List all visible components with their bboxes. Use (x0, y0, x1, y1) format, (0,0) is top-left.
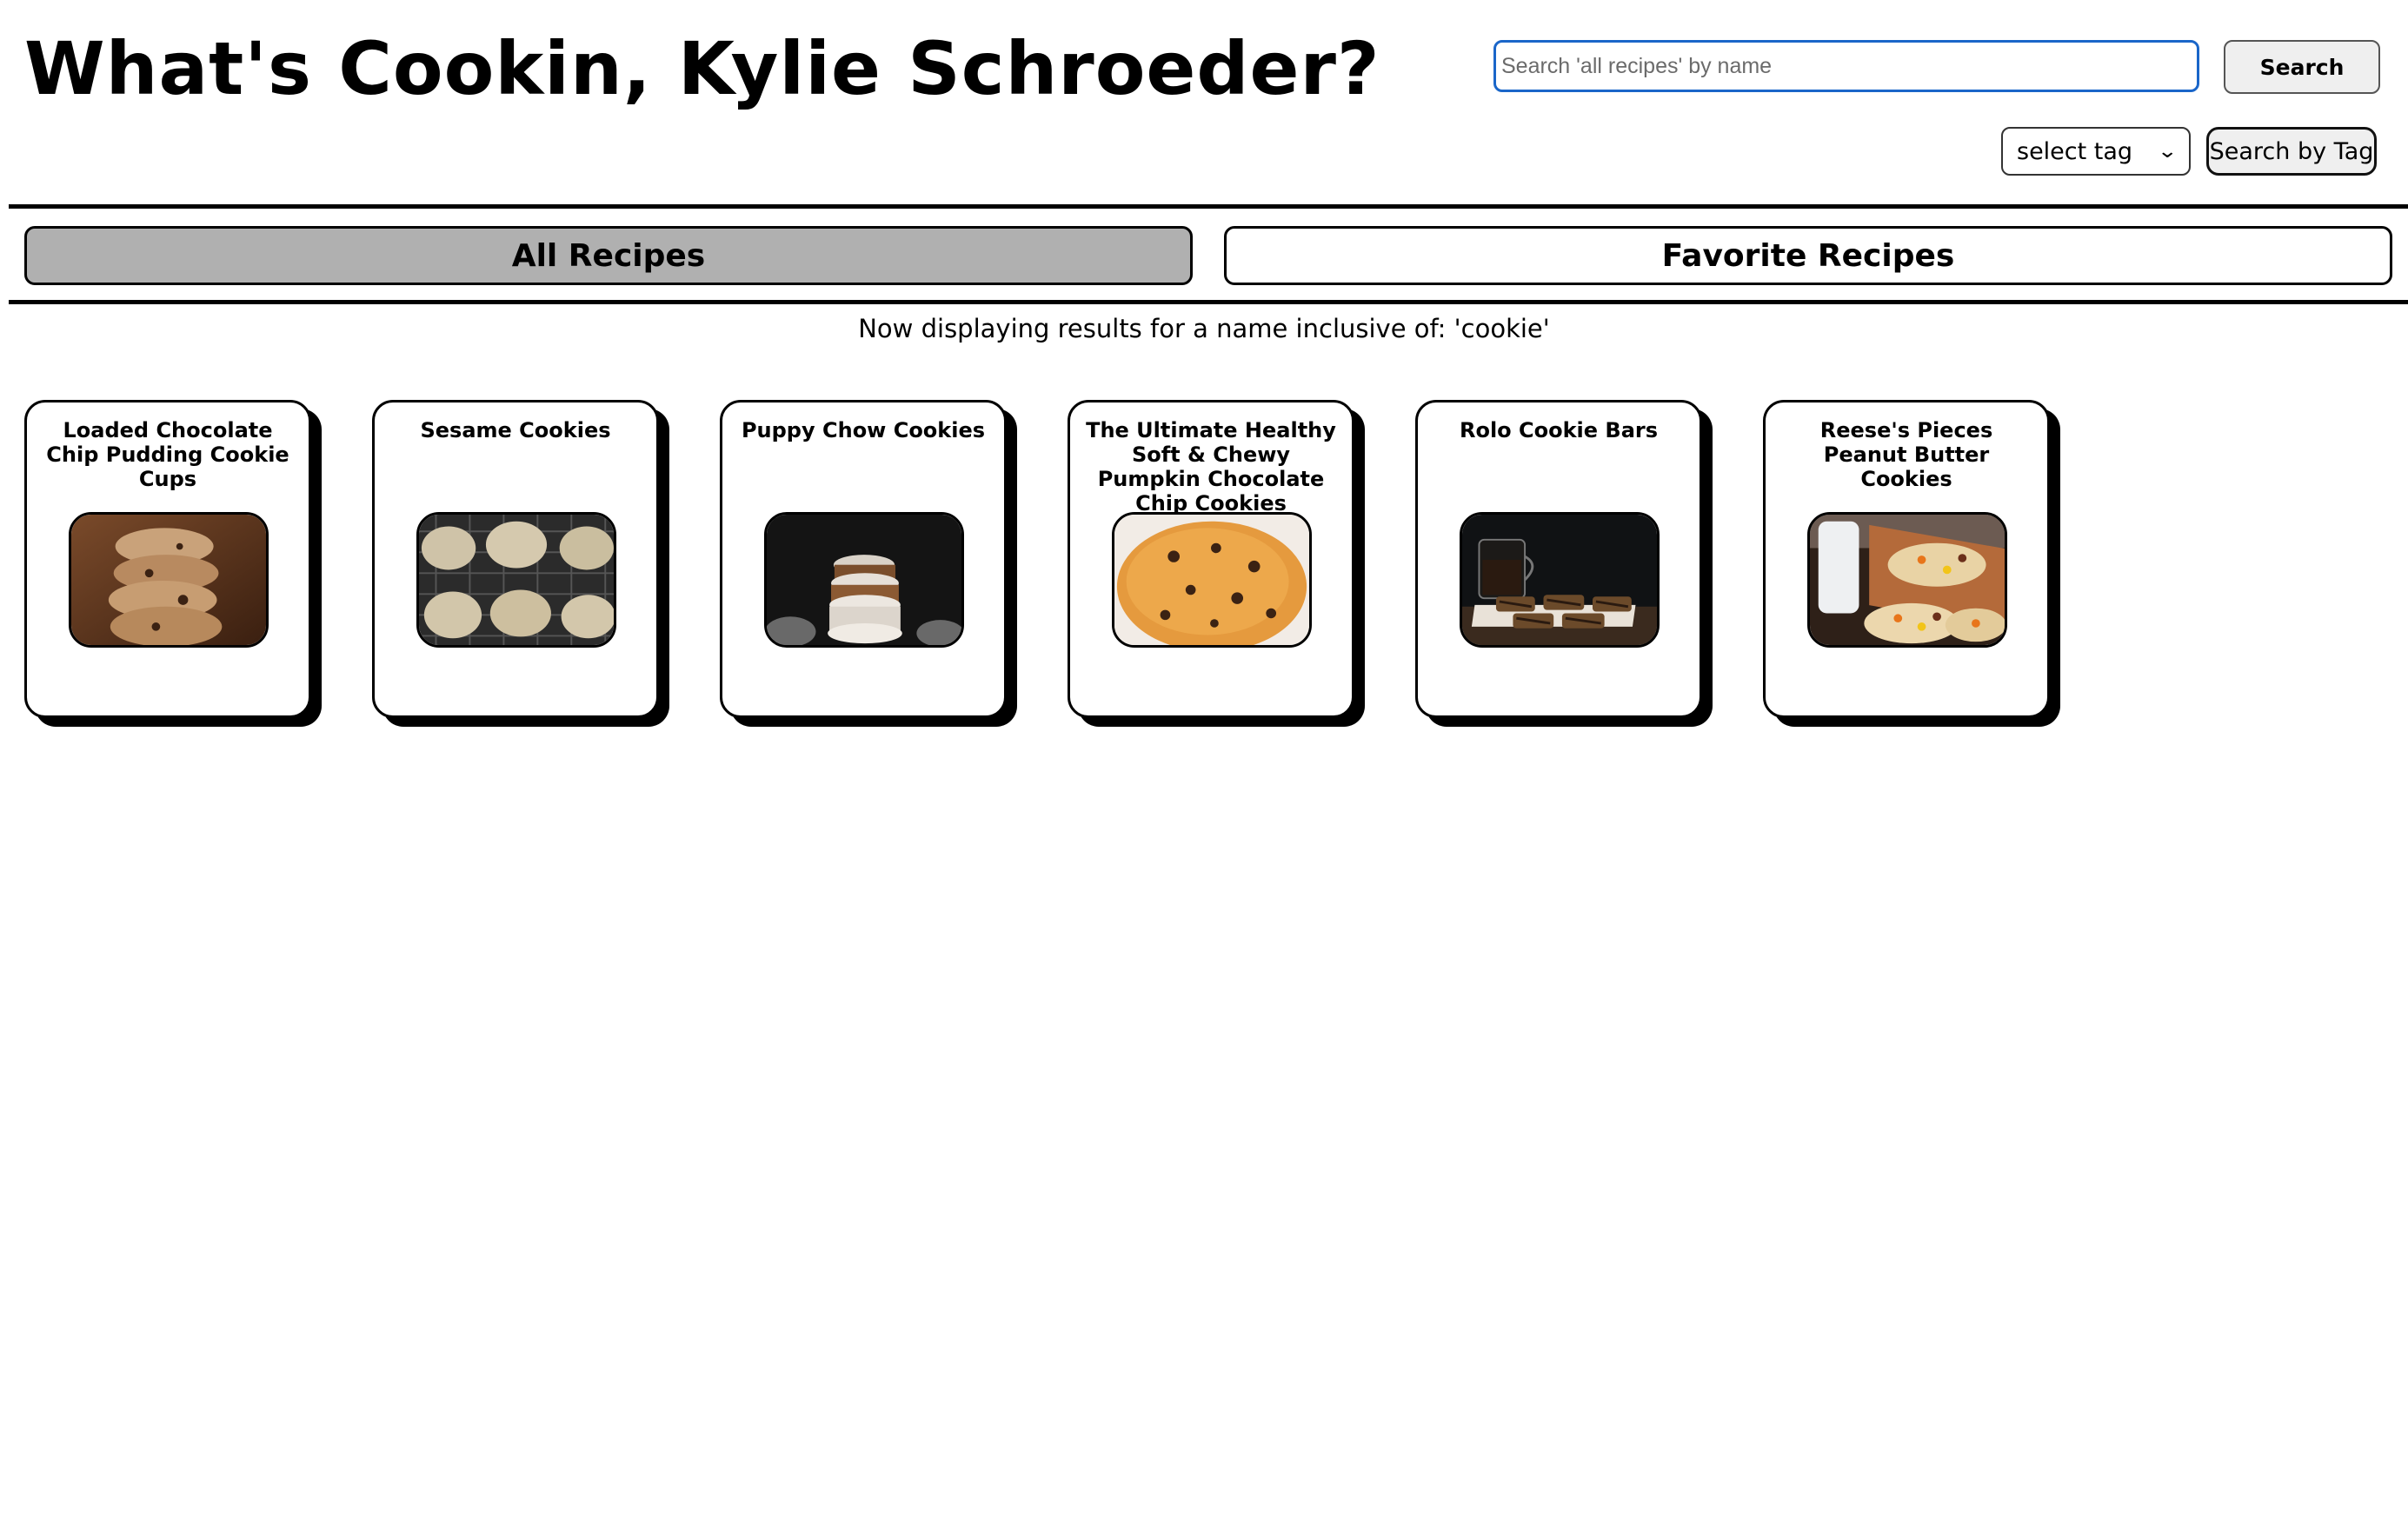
recipe-image-reeses-pieces-cookies[interactable] (1807, 512, 2007, 648)
divider-bottom (9, 300, 2408, 304)
recipe-card-title: Puppy Chow Cookies (741, 418, 986, 442)
search-button[interactable]: Search (2224, 40, 2380, 94)
chevron-down-icon: ⌄ (2156, 140, 2178, 163)
divider-top (9, 204, 2408, 209)
page: What's Cookin, Kylie Schroeder? Search s… (0, 0, 2408, 1530)
recipe-card[interactable]: Loaded Chocolate Chip Pudding Cookie Cup… (24, 400, 311, 718)
tag-select-value: select tag (2017, 137, 2133, 165)
recipe-card-title: The Ultimate Healthy Soft & Chewy Pumpki… (1086, 418, 1336, 516)
recipe-card-title: Sesame Cookies (420, 418, 611, 442)
recipe-card[interactable]: Rolo Cookie Bars (1415, 400, 1702, 718)
recipe-card-title: Reese's Pieces Peanut Butter Cookies (1819, 418, 1993, 491)
search-by-tag-button[interactable]: Search by Tag (2206, 127, 2377, 176)
tab-favorite-recipes[interactable]: Favorite Recipes (1224, 226, 2392, 285)
recipe-card[interactable]: Sesame Cookies (372, 400, 659, 718)
recipe-image-rolo-cookie-bars[interactable] (1460, 512, 1660, 648)
recipe-card[interactable]: Puppy Chow Cookies (720, 400, 1007, 718)
recipe-card-title: Rolo Cookie Bars (1459, 418, 1659, 442)
results-status: Now displaying results for a name inclus… (858, 314, 1550, 343)
tag-select[interactable]: select tag ⌄ (2001, 127, 2191, 176)
recipe-card[interactable]: Reese's Pieces Peanut Butter Cookies (1763, 400, 2050, 718)
recipe-card-title: Loaded Chocolate Chip Pudding Cookie Cup… (46, 418, 289, 491)
tab-all-recipes[interactable]: All Recipes (24, 226, 1193, 285)
recipe-image-puppy-chow-cookies[interactable] (764, 512, 964, 648)
recipe-image-pumpkin-chip-cookie[interactable] (1112, 512, 1312, 648)
recipe-image-cookie-stack[interactable] (69, 512, 269, 648)
recipe-card[interactable]: The Ultimate Healthy Soft & Chewy Pumpki… (1068, 400, 1354, 718)
page-title: What's Cookin, Kylie Schroeder? (24, 26, 1380, 111)
recipe-image-sesame-cookies[interactable] (416, 512, 616, 648)
recipe-search-input[interactable] (1493, 40, 2199, 92)
